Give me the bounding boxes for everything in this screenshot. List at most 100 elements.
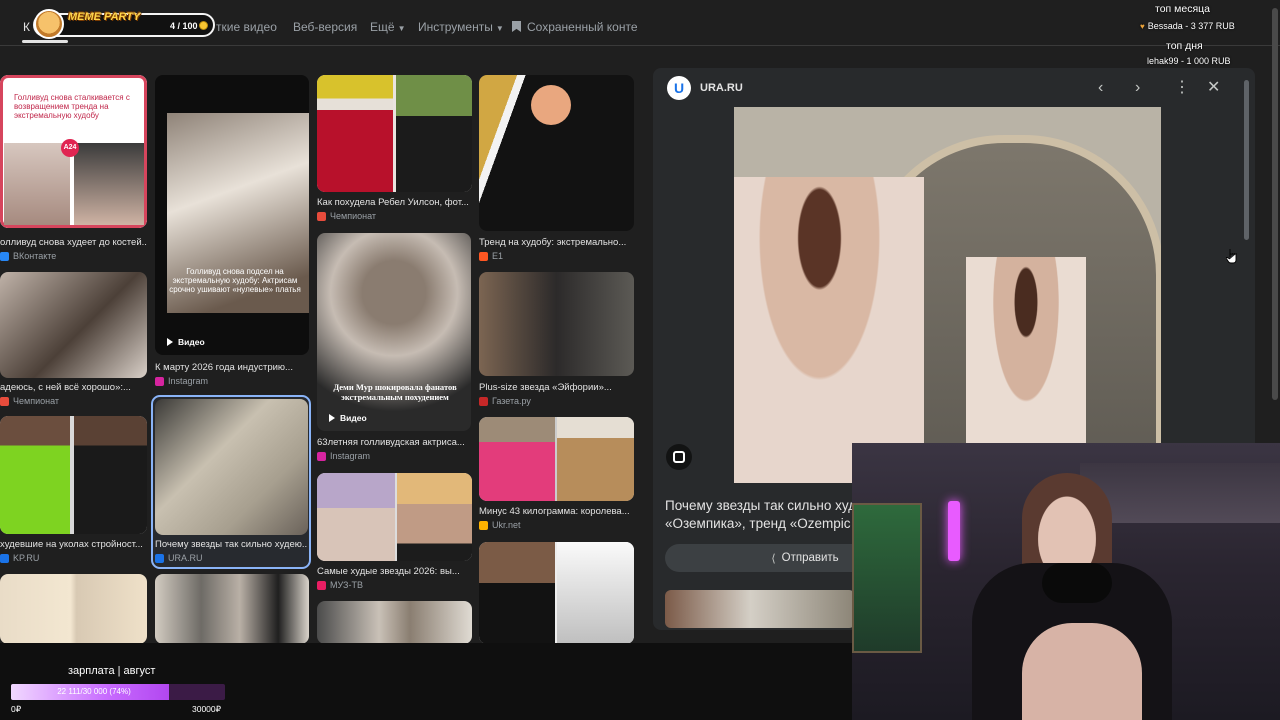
tab-tools-label: Инструменты: [418, 20, 493, 34]
top-day-title: топ дня: [1166, 40, 1203, 52]
image-result[interactable]: [479, 542, 634, 644]
salary-min-label: 0₽: [11, 704, 22, 714]
photo-left: [479, 417, 555, 501]
tab-saved-label: Сохраненный конте: [527, 20, 638, 34]
result-source-label: Газета.ру: [492, 396, 531, 406]
result-source-label: KP.RU: [13, 553, 40, 563]
google-lens-icon[interactable]: [666, 444, 692, 470]
result-caption[interactable]: адеюсь, с ней всё хорошо»:...: [0, 382, 147, 393]
screen: К ткие видео Веб-версия Ещё ▼ Инструменты…: [0, 0, 1280, 720]
share-button-label: Отправить: [781, 552, 839, 564]
result-caption[interactable]: олливуд снова худеет до костей...: [0, 237, 147, 248]
muz-tv-icon: [317, 580, 326, 590]
result-caption[interactable]: Plus-size звезда «Эйфории»...: [479, 382, 634, 393]
result-caption[interactable]: худевшие на уколах стройност...: [0, 539, 147, 550]
result-source-label: Instagram: [330, 451, 371, 461]
result-source: Чемпионат: [0, 396, 59, 406]
photo-right: [557, 417, 634, 501]
tab-saved[interactable]: Сохраненный конте: [512, 20, 638, 34]
result-caption[interactable]: Почему звезды так сильно худею...: [155, 539, 308, 550]
image-result-selected[interactable]: [155, 399, 308, 535]
coin-icon: [199, 21, 208, 30]
rgb-light: [948, 501, 960, 561]
gazeta-icon: [479, 396, 488, 406]
tab-images[interactable]: К: [23, 20, 30, 34]
close-icon[interactable]: ✕: [1207, 80, 1220, 96]
image-result[interactable]: [0, 272, 147, 378]
result-source-label: Instagram: [168, 376, 209, 386]
image-result[interactable]: Голливуд снова сталкивается с возвращени…: [0, 75, 147, 228]
meme-party-count: 4 / 100: [170, 21, 198, 31]
championat-icon: [317, 211, 326, 221]
tile-overlay-text: Голливуд снова сталкивается с возвращени…: [14, 93, 130, 121]
vk-icon: [0, 251, 9, 261]
video-badge: Видео: [167, 337, 205, 347]
active-tab-indicator: [22, 40, 68, 43]
image-result[interactable]: [479, 417, 634, 501]
tab-tools[interactable]: Инструменты ▼: [418, 20, 504, 34]
more-vert-icon[interactable]: ⋮: [1174, 80, 1190, 96]
tile-overlay-text: Голливуд снова подсел на экстремальную х…: [169, 267, 301, 295]
tab-short-videos[interactable]: ткие видео: [216, 20, 277, 34]
image-result[interactable]: [479, 272, 634, 376]
result-caption[interactable]: Как похудела Ребел Уилсон, фот...: [317, 197, 472, 208]
page-scrollbar[interactable]: [1270, 0, 1280, 400]
image-result[interactable]: [479, 75, 634, 231]
result-caption[interactable]: К марту 2026 года индустрию...: [155, 362, 305, 373]
photo-left: [479, 542, 555, 644]
tab-more[interactable]: Ещё ▼: [370, 20, 405, 34]
tab-web[interactable]: Веб-версия: [293, 20, 357, 34]
result-source: KP.RU: [0, 553, 39, 563]
image-result[interactable]: Голливуд снова подсел на экстремальную х…: [155, 75, 309, 355]
next-arrow-icon[interactable]: ›: [1135, 80, 1140, 96]
top-month-entry-text: Bessada - 3 377 RUB: [1147, 21, 1235, 31]
preview-site-name[interactable]: URA.RU: [700, 82, 743, 94]
related-image-thumb[interactable]: [665, 590, 855, 628]
kp-icon: [0, 553, 9, 563]
result-source-label: Чемпионат: [13, 396, 59, 406]
result-source: Ukr.net: [479, 520, 521, 530]
chevron-down-icon: ▼: [495, 24, 504, 33]
preview-title-line2: «Оземпика», тренд «Ozempic: [665, 516, 851, 531]
ura-icon: [155, 553, 164, 563]
image-result[interactable]: [0, 574, 147, 644]
photo-right: [396, 75, 472, 192]
championat-icon: [0, 396, 9, 406]
result-source-label: МУЗ-ТВ: [330, 580, 363, 590]
image-result[interactable]: [317, 473, 472, 561]
salary-progress-bar: 22 111/30 000 (74%): [11, 684, 225, 700]
result-caption[interactable]: Минус 43 килограмма: королева...: [479, 506, 634, 517]
photo-left: [4, 143, 70, 225]
result-caption[interactable]: Самые худые звезды 2026: вы...: [317, 566, 472, 577]
e1-icon: [479, 251, 488, 261]
top-month-title: топ месяца: [1155, 3, 1210, 15]
instagram-icon: [317, 451, 326, 461]
person: [734, 177, 924, 483]
preview-title[interactable]: Почему звезды так сильно худ «Оземпика»,…: [665, 497, 856, 533]
image-result[interactable]: [155, 574, 309, 644]
ura-logo: U: [667, 76, 691, 100]
image-result[interactable]: [317, 601, 472, 644]
play-icon: [329, 414, 335, 422]
photo-left: [317, 75, 393, 192]
result-caption[interactable]: 63летняя голливудская актриса...: [317, 437, 472, 448]
result-source-label: Чемпионат: [330, 211, 376, 221]
knee: [1022, 623, 1142, 720]
tile-overlay-text: Деми Мур шокировала фанатов экстремальны…: [333, 382, 457, 402]
top-month-entry: ♥ Bessada - 3 377 RUB: [1140, 21, 1235, 31]
result-source-label: ВКонтакте: [13, 251, 57, 261]
panel-scrollbar[interactable]: [1244, 80, 1249, 240]
ukr-net-icon: [479, 520, 488, 530]
a24-badge: A24: [61, 139, 79, 157]
image-result[interactable]: Деми Мур шокировала фанатов экстремальны…: [317, 233, 471, 431]
poster: [852, 503, 922, 653]
chevron-down-icon: ▼: [397, 24, 406, 33]
preview-image[interactable]: [734, 107, 1161, 483]
result-source: E1: [479, 251, 503, 261]
page-scrollbar-thumb[interactable]: [1272, 8, 1278, 400]
prev-arrow-icon[interactable]: ‹: [1098, 80, 1103, 96]
salary-progress-text: 22 111/30 000 (74%): [57, 687, 131, 696]
result-caption[interactable]: Тренд на худобу: экстремально...: [479, 237, 634, 248]
image-result[interactable]: [317, 75, 472, 192]
image-result[interactable]: [0, 416, 147, 534]
